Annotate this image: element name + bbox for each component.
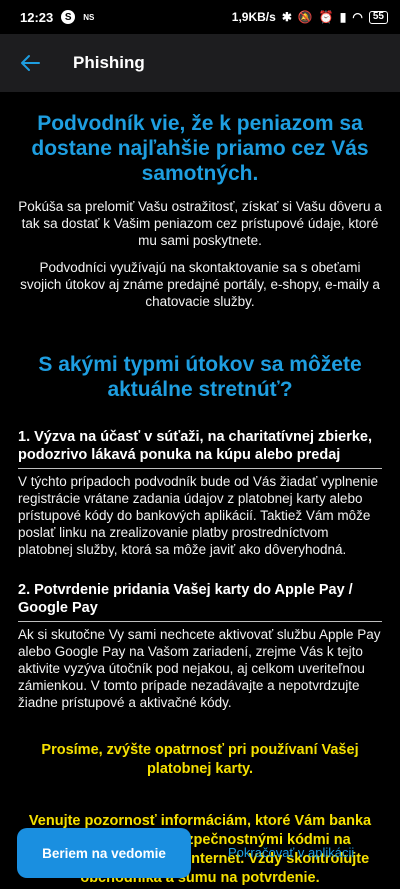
status-bar: 12:23 S NS 1,9KB/s ✱ 🔕 ⏰ ▮ ◠ 55 (0, 0, 400, 34)
network-speed: 1,9KB/s (231, 10, 276, 24)
battery-icon: 55 (368, 10, 388, 24)
intro-paragraph-1: Pokúša sa prelomiť Vašu ostražitosť, zís… (18, 199, 382, 248)
app-notification-icon: S (61, 10, 76, 24)
continue-in-app-link[interactable]: Pokračovať v aplikácii (228, 845, 354, 860)
wifi-icon: ◠ (352, 10, 363, 24)
bluetooth-icon: ✱ (281, 10, 292, 24)
alarm-icon: ⏰ (318, 10, 334, 24)
back-button[interactable] (0, 34, 60, 92)
status-left: 12:23 S NS (20, 10, 94, 25)
bottom-action-bar: Beriem na vedomie Pokračovať v aplikácii (0, 828, 400, 889)
section-2-body: Ak si skutočne Vy sami nechcete aktivova… (18, 627, 381, 710)
section-1-title: 1. Výzva na účasť v súťaži, na charitatí… (18, 428, 382, 469)
signal-icon: ▮ (339, 10, 347, 24)
page-title: Phishing (73, 53, 145, 72)
attack-types-heading: S akými typmi útokov sa môžete aktuálne … (38, 353, 362, 401)
ns-indicator: NS (83, 12, 95, 22)
mute-icon: 🔕 (297, 10, 313, 24)
main-heading: Podvodník vie, že k peniazom sa dostane … (31, 112, 369, 185)
status-time: 12:23 (20, 9, 54, 25)
main-content[interactable]: Podvodník vie, že k peniazom sa dostane … (0, 92, 400, 889)
section-2-title: 2. Potvrdenie pridania Vašej karty do Ap… (18, 581, 382, 622)
app-bar: Phishing (0, 34, 400, 92)
warning-text-1: Prosíme, zvýšte opatrnosť pri používaní … (41, 742, 359, 777)
back-arrow-icon (21, 55, 40, 71)
status-right: 1,9KB/s ✱ 🔕 ⏰ ▮ ◠ 55 (232, 10, 388, 24)
section-1-body: V týchto prípadoch podvodník bude od Vás… (18, 474, 379, 557)
acknowledge-button[interactable]: Beriem na vedomie (17, 828, 191, 878)
intro-paragraph-2: Podvodníci využívajú na skontaktovanie s… (20, 260, 380, 309)
